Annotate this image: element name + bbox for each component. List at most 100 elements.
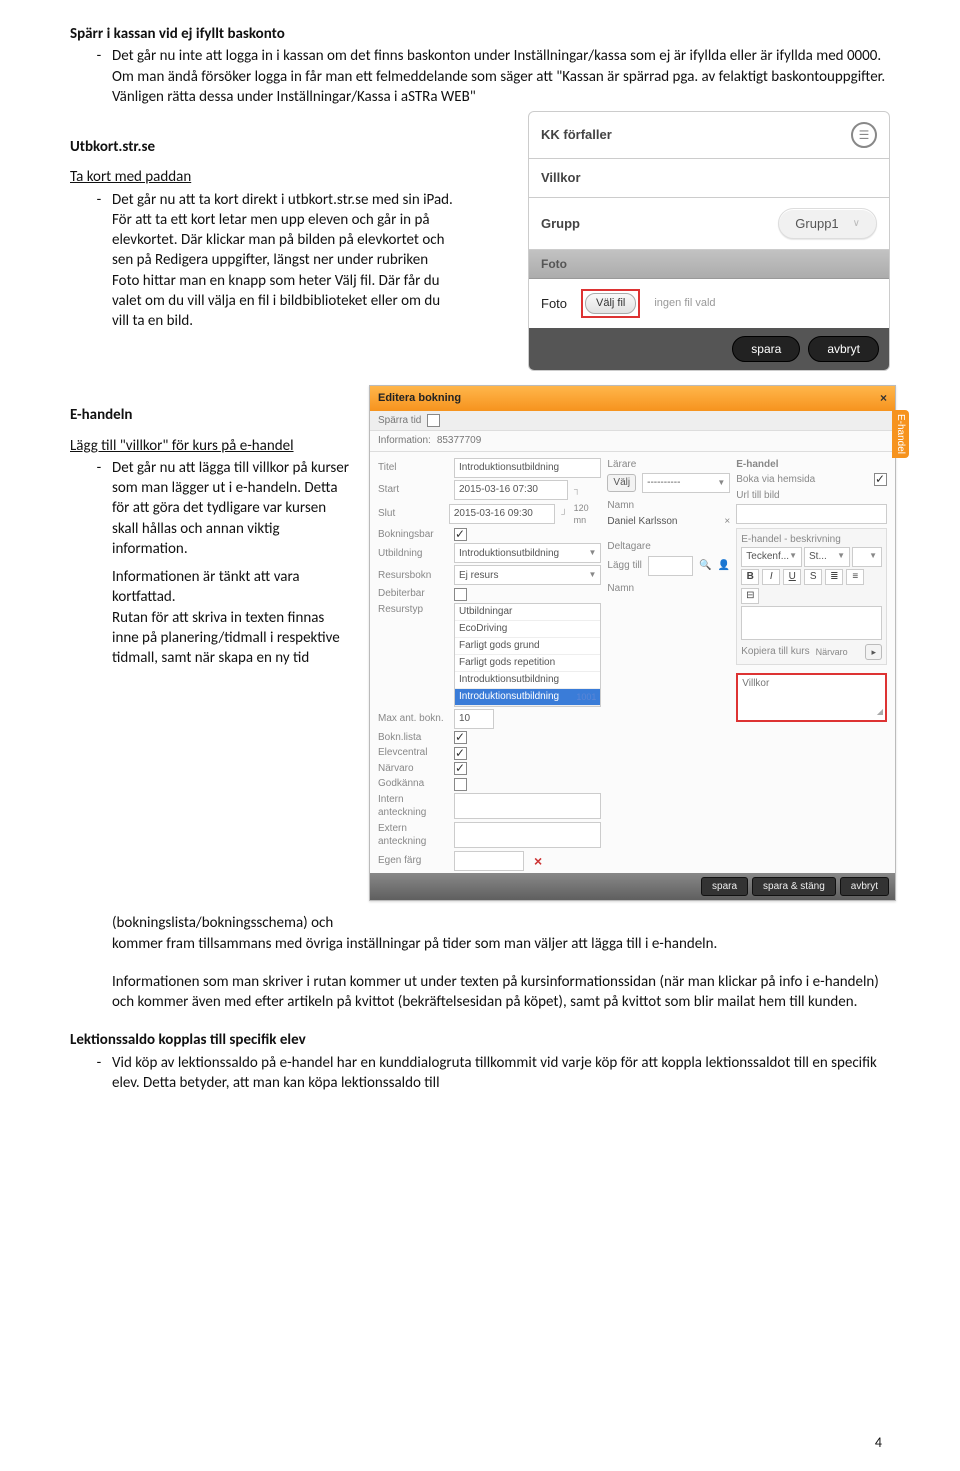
res-item[interactable]: Introduktionsutbildning [455,672,600,689]
align-icon[interactable]: ≡ [846,569,864,585]
strike-icon[interactable]: S [804,569,822,585]
blist-l: Bokn.lista [378,731,448,745]
deb-checkbox[interactable] [454,588,467,601]
user-icon[interactable]: 👤 [718,559,730,573]
teckenf-select[interactable]: Teckenf... [741,547,802,567]
kopiera-l: Kopiera till kurs [741,645,809,659]
titel-l: Titel [378,461,448,475]
avbryt-button[interactable]: avbryt [808,336,879,362]
valj-fil-highlight: Välj fil [581,289,640,318]
heading-lektionssaldo: Lektionssaldo kopplas till specifik elev [70,1030,890,1050]
egenfarg-field[interactable] [454,851,524,871]
st-select[interactable]: St... [804,547,850,567]
editera-bokning-screenshot: Editera bokning × E-handel Spärra tid In… [369,385,896,901]
resize-icon[interactable]: ◢ [877,707,883,718]
chevron-down-icon: ∨ [853,217,860,231]
foto-header: Foto [529,250,889,279]
italic-icon[interactable]: I [762,569,780,585]
res-item[interactable]: Farligt gods repetition [455,655,600,672]
titel-field[interactable]: Introduktionsutbildning [454,458,601,478]
bold-icon[interactable]: B [741,569,759,585]
grupp-label: Grupp [541,215,580,233]
res-item[interactable]: Utbildningar [455,604,600,621]
res-item[interactable]: EcoDriving [455,621,600,638]
info-label: Information: [378,434,431,448]
start-field[interactable]: 2015-03-16 07:30 [454,480,568,500]
laggtill-l: Lägg till [607,559,641,573]
url-field[interactable] [736,504,887,524]
max-field[interactable]: 10 [454,709,494,729]
clear-color-icon[interactable]: × [534,856,542,866]
row-grupp[interactable]: Grupp Grupp1 ∨ [529,198,889,251]
blist-checkbox[interactable] [454,731,467,744]
villkor-list: Det går nu att lägga till villkor på kur… [70,458,358,559]
utb-l: Utbildning [378,547,448,561]
spara-stang-btn[interactable]: spara & stäng [752,877,836,897]
olist-icon[interactable]: ⊟ [741,588,759,604]
intern-text[interactable] [454,793,601,819]
paddan-list: Det går nu att ta kort direkt i utbkort.… [70,190,458,332]
egf-l: Egen färg [378,854,448,868]
reb-select[interactable]: Ej resurs [454,565,601,585]
boka-checkbox[interactable] [874,473,887,486]
res-item[interactable]: Farligt gods grund [455,638,600,655]
int-l: Intern anteckning [378,793,448,820]
res-item-selected[interactable]: Introduktionsutbildning 1001 [455,689,600,706]
underline-icon[interactable]: U [783,569,801,585]
extern-text[interactable] [454,822,601,848]
grupp-value-chip[interactable]: Grupp1 ∨ [778,208,877,240]
dialog-title-bar: Editera bokning × [370,386,895,410]
info-bar: Information: 85377709 [370,431,895,452]
sparra-label: Spärra tid [378,414,421,428]
narv-l: Närvaro [378,762,448,776]
villkor-body2-wide: (bokningslista/bokningsschema) och komme… [70,913,890,954]
dialog-col1: Titel Introduktionsutbildning Start 2015… [378,458,601,871]
search-icon[interactable]: 🔍 [699,559,711,573]
sparra-checkbox[interactable] [427,414,440,427]
resurstyp-list[interactable]: Utbildningar EcoDriving Farligt gods gru… [454,603,601,707]
ehandel-side-tab[interactable]: E-handel [892,410,910,458]
close-icon[interactable]: × [880,390,887,406]
url-l: Url till bild [736,489,887,503]
bok-l: Bokningsbar [378,528,448,542]
foto-label: Foto [541,295,567,313]
list-icon[interactable]: ≣ [825,569,843,585]
utb-select[interactable]: Introduktionsutbildning [454,543,601,563]
rte-area[interactable] [741,606,882,640]
spara-btn[interactable]: spara [701,877,748,897]
size-select[interactable] [852,547,882,567]
valj-btn[interactable]: Välj [607,474,636,492]
namn-l: Namn [607,499,730,513]
god-l: Godkänna [378,777,448,791]
boka-l: Boka via hemsida [736,473,868,487]
elev-checkbox[interactable] [454,747,467,760]
dialog-columns: Titel Introduktionsutbildning Start 2015… [370,452,895,873]
info-icon[interactable]: ☰ [851,122,877,148]
larare-select[interactable]: ---------- [642,473,730,493]
kk-label: KK förfaller [541,126,612,144]
spara-button[interactable]: spara [732,336,800,362]
dialog-col2: Lärare Välj ---------- Namn Daniel Karls… [607,458,730,871]
lektions-list: Vid köp av lektionssaldo på e-handel har… [70,1053,890,1094]
eh-head: E-handel [736,458,887,472]
slut-field[interactable]: 2015-03-16 09:30 [449,504,555,524]
avbryt-btn[interactable]: avbryt [840,877,889,897]
laggtill-field[interactable] [648,556,693,576]
narv-checkbox[interactable] [454,762,467,775]
info-id: 85377709 [437,434,482,448]
heading-sparr: Spärr i kassan vid ej ifyllt baskonto [70,24,890,44]
row-kk[interactable]: KK förfaller ☰ [529,112,889,159]
bok-checkbox[interactable] [454,528,467,541]
copy-btn[interactable]: ▸ [865,644,882,660]
villkor-label: Villkor [742,677,881,691]
villkor-highlight: Villkor ◢ [736,673,887,723]
namn2-l: Namn [607,582,730,596]
larare-l: Lärare [607,458,730,472]
valj-fil-button[interactable]: Välj fil [585,293,636,314]
row-villkor[interactable]: Villkor [529,159,889,198]
villkor-body1: Det går nu att lägga till villkor på kur… [108,458,358,559]
dialog-footer: spara spara & stäng avbryt [370,873,895,901]
god-checkbox[interactable] [454,778,467,791]
remove-icon[interactable]: × [724,515,730,529]
narvaro-chip[interactable]: Närvaro [816,646,848,658]
